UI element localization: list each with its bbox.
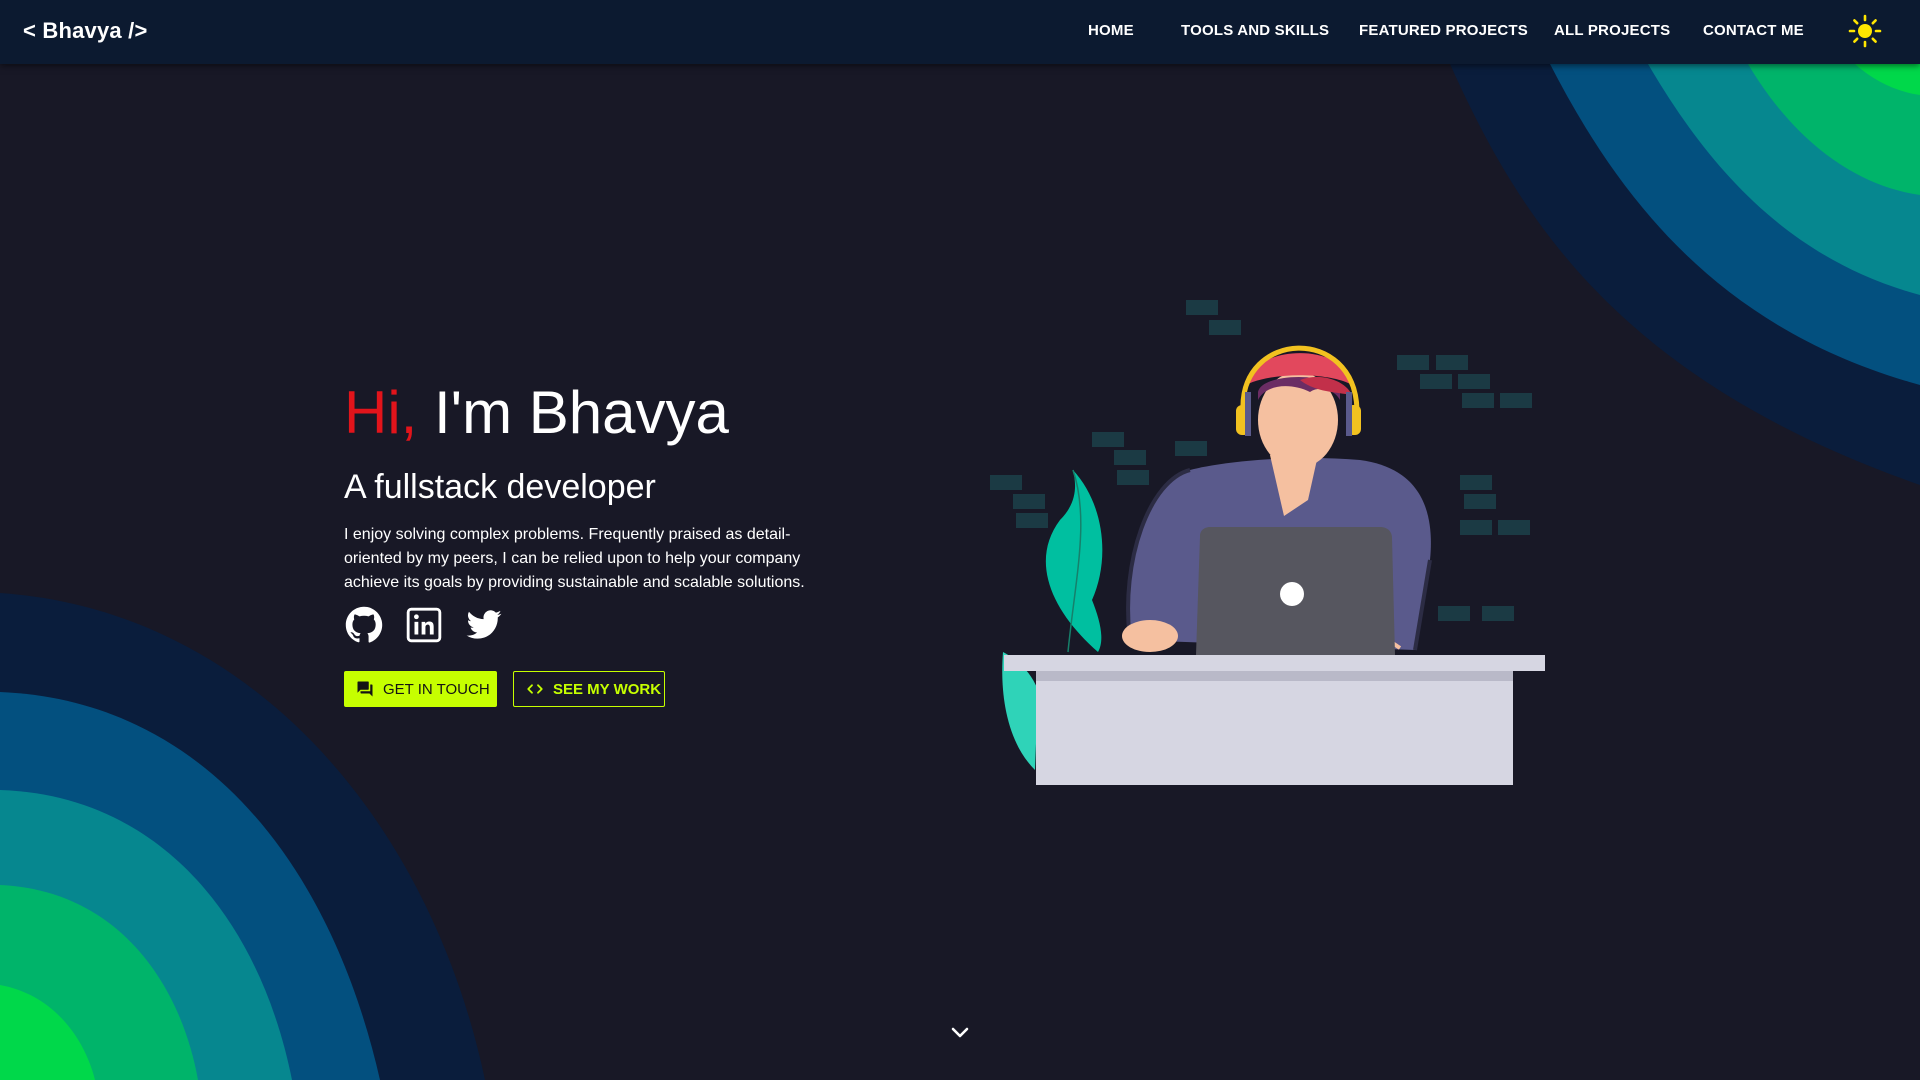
social-links xyxy=(344,606,524,646)
nav-contact-me[interactable]: CONTACT ME xyxy=(1703,22,1804,39)
github-link[interactable] xyxy=(345,606,383,644)
hero-section: Hi, I'm Bhavya A fullstack developer I e… xyxy=(344,375,864,707)
nav-all-projects[interactable]: ALL PROJECTS xyxy=(1554,22,1670,39)
chevron-down-icon xyxy=(951,1027,969,1038)
get-in-touch-button[interactable]: GET IN TOUCH xyxy=(344,671,497,707)
get-in-touch-label: GET IN TOUCH xyxy=(383,680,490,698)
hero-role: A fullstack developer xyxy=(344,468,656,506)
sun-icon xyxy=(1848,14,1882,48)
twitter-icon xyxy=(466,610,502,639)
see-my-work-label: SEE MY WORK xyxy=(553,680,662,698)
scroll-down-button[interactable] xyxy=(947,1022,973,1044)
greeting-name: I'm Bhavya xyxy=(434,379,729,446)
developer-illustration xyxy=(990,300,1545,785)
brand-logo[interactable]: < Bhavya /> xyxy=(23,18,148,44)
code-icon xyxy=(527,684,543,694)
linkedin-icon xyxy=(406,607,442,643)
chat-icon xyxy=(357,681,373,697)
theme-toggle-button[interactable] xyxy=(1848,14,1882,48)
github-icon xyxy=(345,606,383,643)
see-my-work-button[interactable]: SEE MY WORK xyxy=(513,671,665,707)
twitter-link[interactable] xyxy=(465,606,503,644)
navbar: < Bhavya /> HOME TOOLS AND SKILLS FEATUR… xyxy=(0,0,1920,64)
nav-home[interactable]: HOME xyxy=(1088,22,1134,39)
nav-tools-and-skills[interactable]: TOOLS AND SKILLS xyxy=(1181,22,1329,39)
hero-bio: I enjoy solving complex problems. Freque… xyxy=(344,526,805,591)
linkedin-link[interactable] xyxy=(405,606,443,644)
greeting-hi: Hi, xyxy=(344,379,418,446)
hero-greeting: Hi, I'm Bhavya xyxy=(344,375,864,451)
nav-featured-projects[interactable]: FEATURED PROJECTS xyxy=(1359,22,1528,39)
background-waves xyxy=(0,64,1920,1080)
